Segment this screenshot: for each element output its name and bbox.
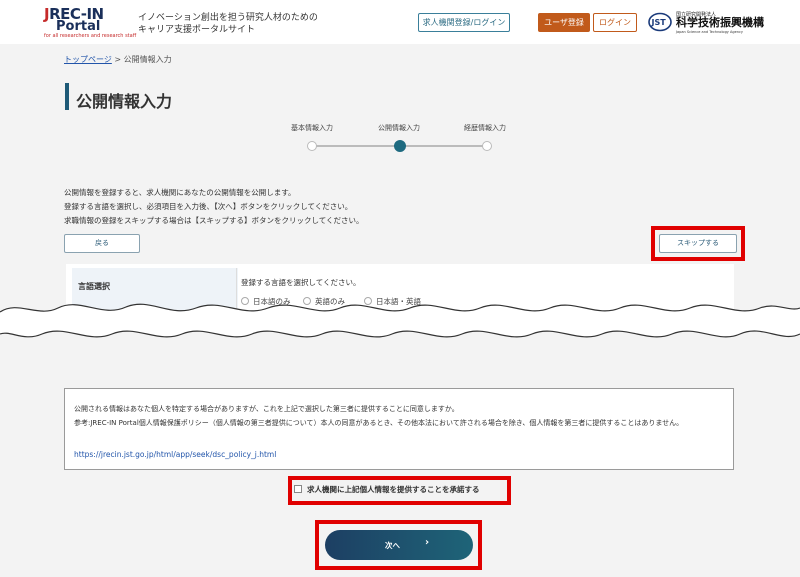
svg-text:JST: JST — [651, 18, 667, 27]
step-label-public: 公開情報入力 — [378, 124, 420, 132]
step-dot-public-current — [394, 140, 406, 152]
step-label-basic: 基本情報入力 — [291, 124, 333, 132]
step-label-career: 経歴情報入力 — [464, 124, 506, 132]
back-button[interactable]: 戻る — [64, 234, 140, 253]
skip-highlight-box — [651, 226, 745, 261]
intro-text: 公開情報を登録すると、求人機関にあなたの公開情報を公開します。 登録する言語を選… — [64, 188, 364, 225]
step-dot-basic — [307, 141, 317, 151]
breadcrumb: トップページ > 公開情報入力 — [64, 54, 172, 65]
jrec-in-logo[interactable]: JREC-IN Portal for all researchers and r… — [44, 7, 136, 40]
site-header: JREC-IN Portal for all researchers and r… — [0, 0, 800, 44]
consent-text: 公開される情報はあなた個人を特定する場合がありますが、これを上記で選択した第三者… — [74, 405, 684, 427]
language-prompt: 登録する言語を選択してください。 — [241, 278, 361, 287]
agree-highlight-box — [288, 476, 511, 505]
jst-english-name: Japan Science and Technology Agency — [676, 30, 743, 34]
logo-tagline: for all researchers and research staff — [44, 33, 137, 39]
next-highlight-box — [315, 520, 482, 570]
title-accent-bar — [65, 83, 69, 110]
jst-name: 科学技術振興機構 — [676, 16, 764, 29]
breadcrumb-home-link[interactable]: トップページ — [64, 55, 112, 64]
jst-logo[interactable]: JST 国立研究開発法人 科学技術振興機構 Japan Science and … — [648, 10, 764, 36]
torn-edge-divider — [0, 303, 800, 338]
privacy-policy-link[interactable]: https://jrecin.jst.go.jp/html/app/seek/d… — [74, 450, 276, 459]
site-tagline: イノベーション創出を担う研究人材のための キャリア支援ポータルサイト — [138, 13, 318, 35]
breadcrumb-current: 公開情報入力 — [123, 55, 172, 64]
step-dot-career — [482, 141, 492, 151]
org-register-login-button[interactable]: 求人機関登録/ログイン — [418, 13, 510, 32]
user-register-button[interactable]: ユーザ登録 — [538, 13, 590, 32]
jst-mark-icon: JST — [648, 12, 672, 32]
logo-portal: Portal — [56, 19, 101, 34]
breadcrumb-separator: > — [114, 55, 122, 64]
login-button[interactable]: ログイン — [593, 13, 637, 32]
page-title: 公開情報入力 — [76, 92, 173, 111]
